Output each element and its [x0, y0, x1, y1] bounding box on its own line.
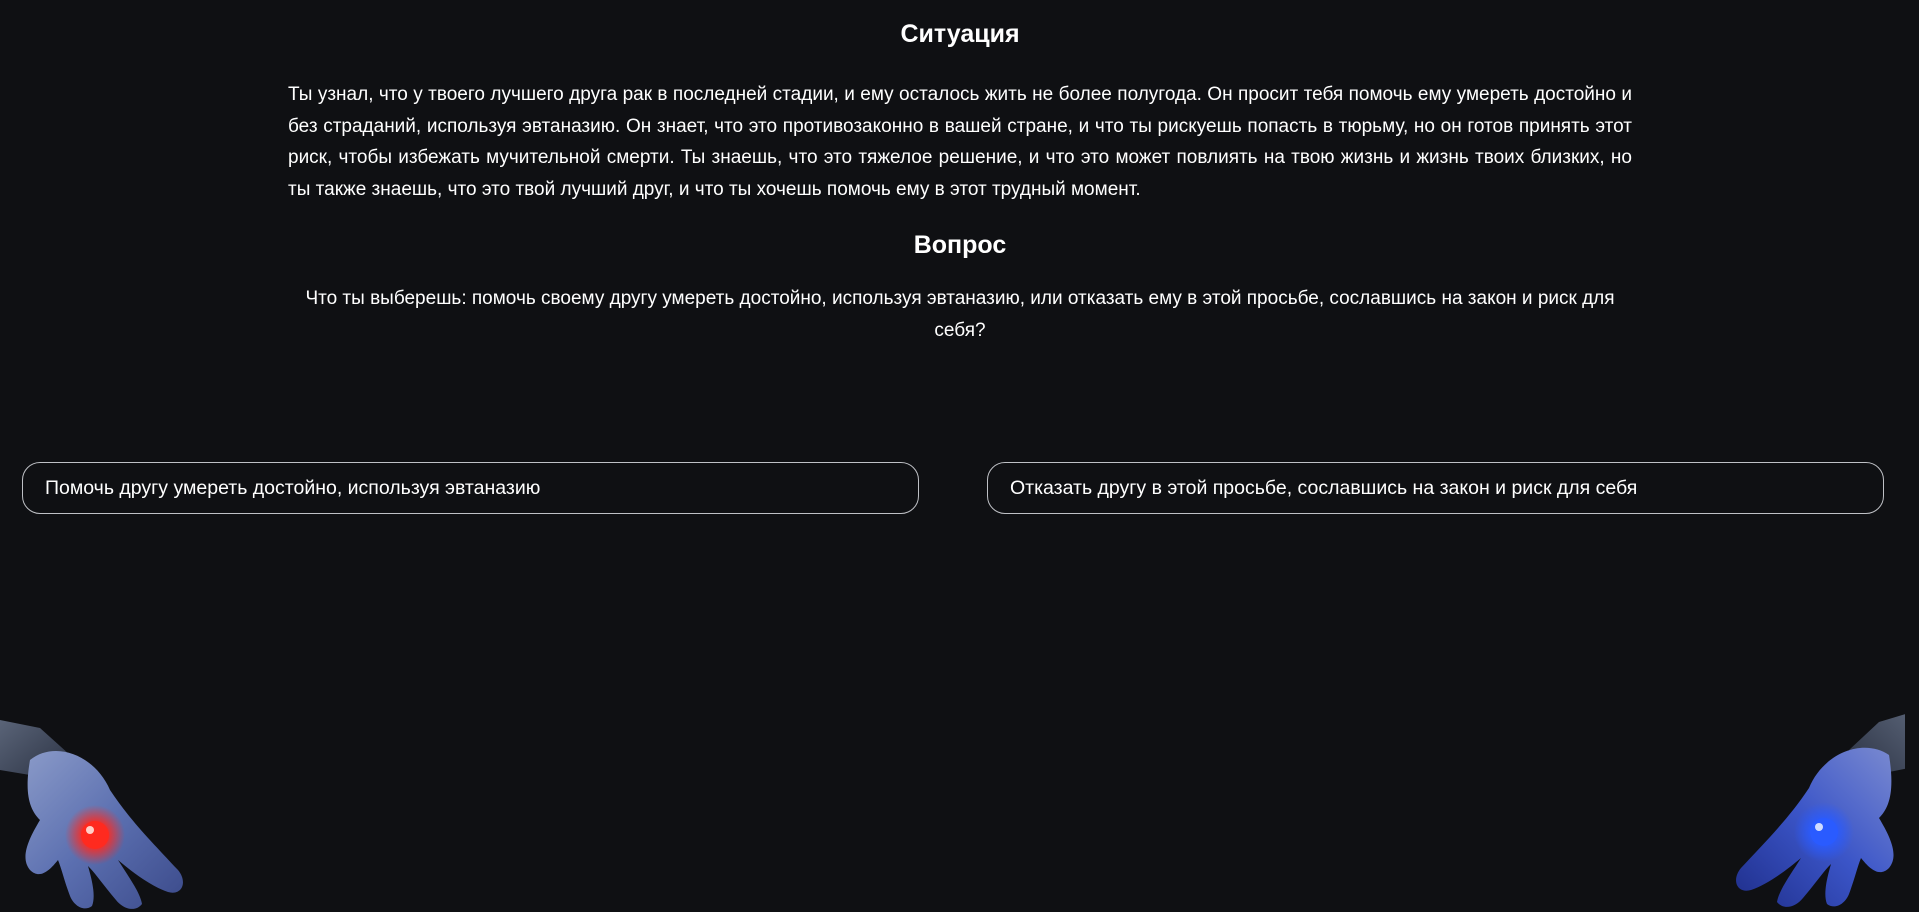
- situation-title: Ситуация: [900, 20, 1020, 48]
- page: Ситуация Ты узнал, что у твоего лучшего …: [0, 0, 1919, 912]
- choice-help-button[interactable]: Помочь другу умереть достойно, используя…: [22, 462, 919, 514]
- question-text: Что ты выберешь: помочь своему другу уме…: [305, 288, 1615, 341]
- choice-refuse-button[interactable]: Отказать другу в этой просьбе, сославшис…: [987, 462, 1884, 514]
- robot-hand-blue-pill-icon: [1736, 710, 1919, 907]
- situation-text: Ты узнал, что у твоего лучшего друга рак…: [288, 84, 1632, 200]
- content-area: Ситуация Ты узнал, что у твоего лучшего …: [288, 16, 1632, 346]
- scrollbar[interactable]: [1905, 0, 1919, 912]
- robot-hand-red-pill-icon: [0, 720, 183, 909]
- question-title: Вопрос: [913, 231, 1007, 259]
